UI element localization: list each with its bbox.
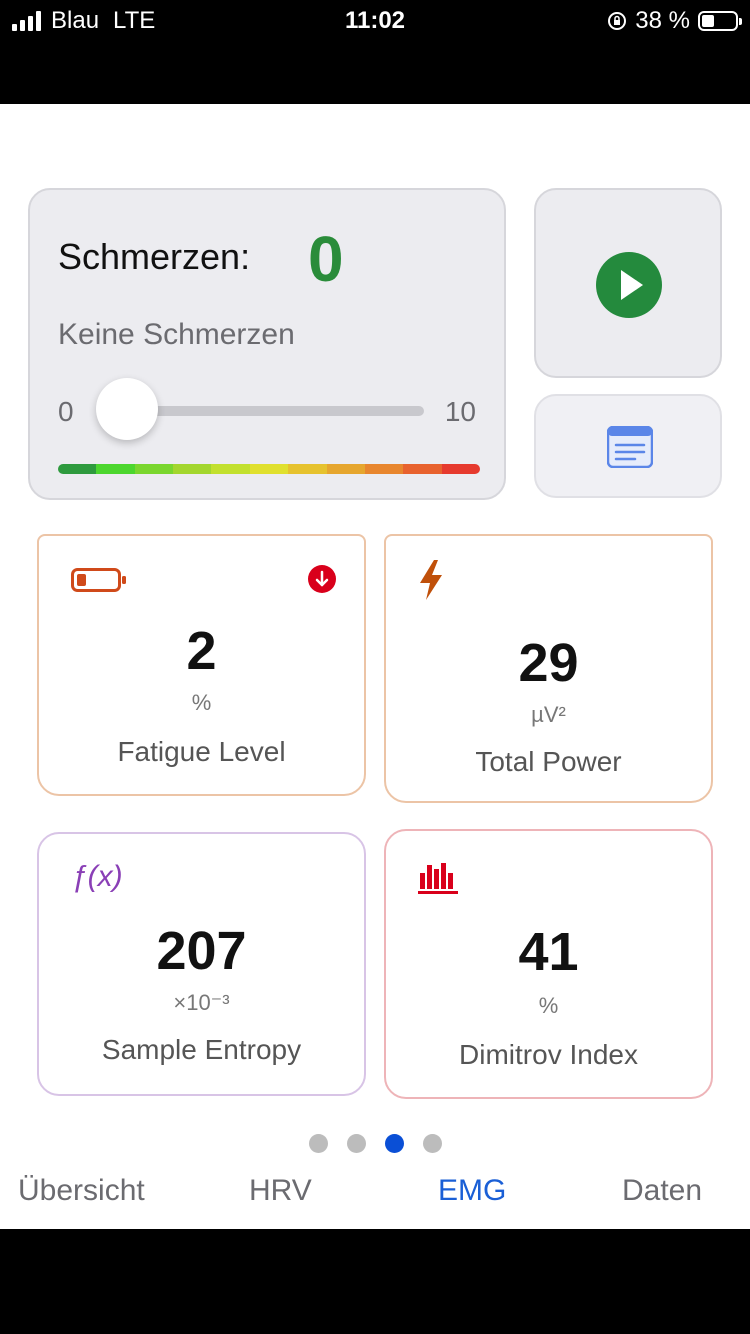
home-indicator-area [0, 1229, 750, 1334]
scale-segment [441, 464, 480, 474]
scale-segment [288, 464, 327, 474]
pain-label: Schmerzen: [58, 236, 251, 277]
metric-value: 207 [156, 921, 247, 981]
scale-segment [96, 464, 135, 474]
scale-segment [364, 464, 404, 474]
battery-percent: 38 % [635, 7, 690, 34]
metric-value: 29 [518, 633, 579, 693]
page-dot[interactable] [308, 1134, 328, 1153]
metric-value: 41 [518, 922, 579, 982]
metric-value: 2 [186, 621, 217, 681]
pain-card: Schmerzen: 0 Keine Schmerzen 0 10 [28, 188, 506, 500]
battery-low-icon [71, 568, 126, 592]
notes-icon [607, 426, 653, 468]
scale-segment [58, 464, 97, 474]
play-icon [596, 252, 662, 318]
main-content: Schmerzen: 0 Keine Schmerzen 0 10 2 % Fa… [0, 104, 750, 1229]
metric-label: Fatigue Level [117, 736, 286, 767]
page-dot[interactable] [422, 1134, 442, 1153]
page-indicator[interactable] [0, 1134, 750, 1153]
metric-unit: % [538, 993, 559, 1018]
notes-button[interactable] [534, 394, 722, 498]
tab-hrv[interactable]: HRV [249, 1174, 312, 1208]
bolt-icon [420, 560, 442, 600]
slider-min-label: 0 [58, 396, 74, 427]
slider-max-label: 10 [444, 396, 476, 427]
metric-unit: % [191, 690, 212, 715]
arrow-down-icon [308, 565, 336, 593]
scale-segment [326, 464, 365, 474]
scale-segment [403, 464, 442, 474]
pain-value: 0 [308, 223, 344, 295]
battery-icon [698, 11, 742, 31]
page-dot[interactable] [346, 1134, 366, 1153]
metric-unit: µV² [531, 702, 566, 727]
rotation-lock-icon [608, 12, 627, 30]
metric-unit: ×10⁻³ [173, 990, 230, 1015]
pain-slider-thumb[interactable] [96, 378, 158, 440]
page-dot[interactable] [384, 1134, 404, 1153]
scale-segment [173, 464, 212, 474]
tab-bar: Übersicht HRV EMG Daten [0, 1174, 750, 1224]
scale-segment [134, 464, 174, 474]
status-bar: Blau LTE 11:02 38 % [0, 0, 750, 104]
metric-label: Total Power [475, 746, 622, 777]
start-recording-button[interactable] [534, 188, 722, 378]
metric-card-fatigue[interactable]: 2 % Fatigue Level [37, 534, 366, 796]
tab-daten[interactable]: Daten [622, 1174, 702, 1208]
pain-color-scale [58, 464, 480, 474]
status-right: 38 % [607, 6, 742, 36]
metric-card-sample-entropy[interactable]: ƒ(x) 207 ×10⁻³ Sample Entropy [37, 832, 366, 1096]
scale-segment [211, 464, 250, 474]
metric-label: Dimitrov Index [459, 1039, 638, 1070]
function-icon: ƒ(x) [71, 860, 123, 893]
tab-emg[interactable]: EMG [438, 1174, 506, 1208]
pain-description: Keine Schmerzen [58, 318, 295, 351]
bar-chart-icon [418, 863, 458, 894]
metric-card-dimitrov-index[interactable]: 41 % Dimitrov Index [384, 829, 713, 1099]
scale-segment [249, 464, 289, 474]
metric-label: Sample Entropy [101, 1034, 302, 1065]
tab-uebersicht[interactable]: Übersicht [18, 1174, 145, 1208]
metric-card-total-power[interactable]: 29 µV² Total Power [384, 534, 713, 803]
